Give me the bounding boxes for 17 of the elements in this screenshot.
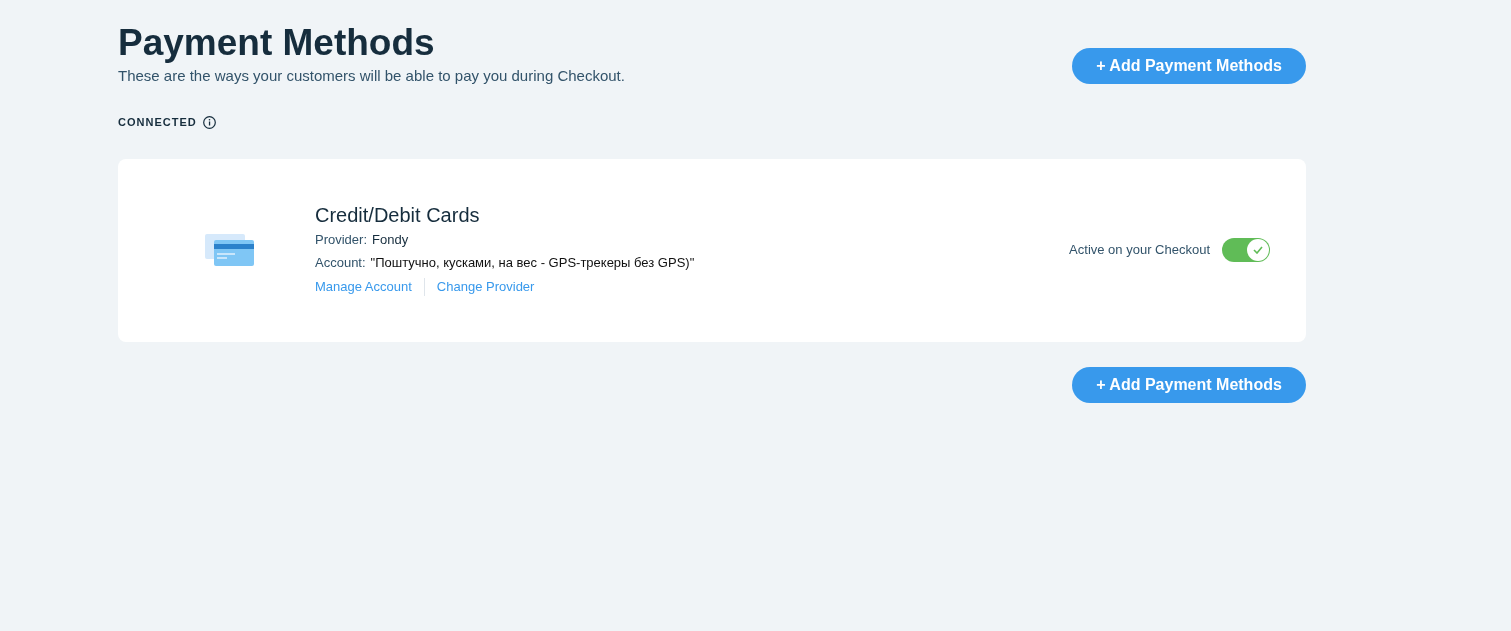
card-link[interactable]: Change Provider bbox=[436, 274, 535, 299]
credit-card-icon bbox=[204, 234, 255, 266]
add-payment-methods-button[interactable]: + Add Payment Methods bbox=[1072, 366, 1306, 403]
method-name: Credit/Debit Cards bbox=[315, 202, 481, 228]
provider-label: Provider: bbox=[315, 230, 368, 249]
active-toggle[interactable] bbox=[1222, 238, 1270, 262]
section-label: CONNECTED bbox=[118, 115, 197, 130]
account-value: "Поштучно, кусками, на вес - GPS-трекеры без GPS)" bbox=[370, 253, 695, 272]
check-icon bbox=[1253, 246, 1263, 254]
add-payment-methods-button[interactable]: + Add Payment Methods bbox=[1072, 48, 1306, 84]
card-link[interactable]: Manage Account bbox=[315, 274, 412, 299]
page-title: Payment Methods bbox=[118, 21, 436, 65]
page-subtitle: These are the ways your customers will be able to pay you during Checkout. bbox=[118, 66, 625, 86]
toggle-label: Active on your Checkout bbox=[1069, 241, 1210, 260]
info-icon[interactable] bbox=[202, 115, 216, 129]
account-label: Account: bbox=[315, 253, 366, 272]
provider-value: Fondy bbox=[372, 230, 409, 249]
